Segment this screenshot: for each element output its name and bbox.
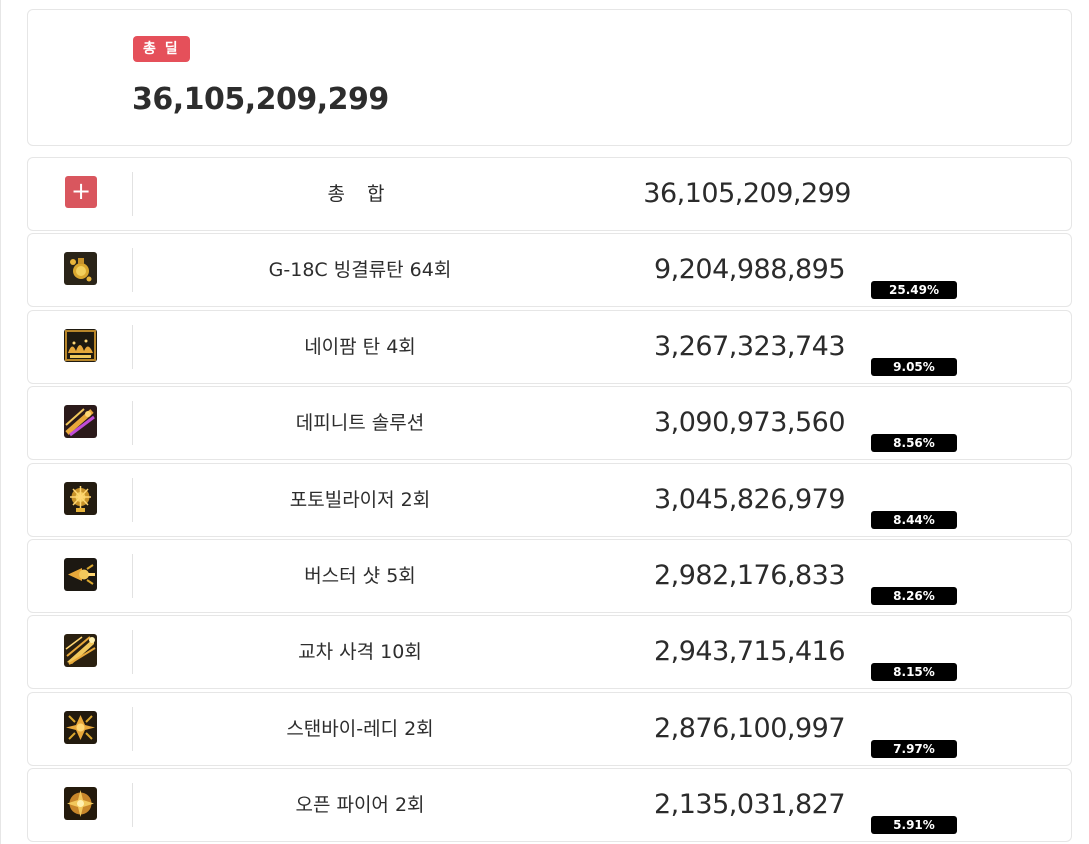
- skill-damage: 3,090,973,560: [653, 407, 846, 438]
- skill-row[interactable]: 데피니트 솔루션 3,090,973,560 8.56%: [27, 386, 1072, 460]
- skill-name: 버스터 샷 5회: [304, 565, 416, 587]
- skill-damage: 3,045,826,979: [653, 484, 846, 515]
- skill-name: 네이팜 탄 4회: [304, 336, 416, 358]
- photobilizer-icon: [64, 482, 97, 515]
- damage-percent-badge: 9.05%: [871, 358, 957, 376]
- row-divider: [132, 172, 133, 216]
- skill-name: 교차 사격 10회: [298, 641, 422, 663]
- skill-damage: 2,876,100,997: [653, 713, 846, 744]
- skill-damage: 2,982,176,833: [653, 560, 846, 591]
- total-row[interactable]: + 총 합 36,105,209,299: [27, 157, 1072, 231]
- row-divider: [132, 554, 133, 598]
- skill-row[interactable]: 네이팜 탄 4회 3,267,323,743 9.05%: [27, 310, 1072, 384]
- left-border: [0, 0, 1, 844]
- damage-percent-badge: 7.97%: [871, 740, 957, 758]
- damage-percent-badge: 8.44%: [871, 511, 957, 529]
- summary-card: 총 딜 36,105,209,299: [27, 9, 1072, 146]
- cross-fire-icon: [64, 634, 97, 667]
- buster-shot-icon: [64, 558, 97, 591]
- skill-name: 스탠바이-레디 2회: [286, 718, 434, 740]
- total-damage-value: 36,105,209,299: [132, 82, 389, 117]
- standby-ready-icon: [64, 711, 97, 744]
- napalm-icon: [64, 329, 97, 362]
- skill-name: 오픈 파이어 2회: [295, 794, 425, 816]
- total-row-value: 36,105,209,299: [643, 178, 851, 209]
- row-divider: [132, 783, 133, 827]
- skill-damage: 2,135,031,827: [653, 789, 846, 820]
- skill-row[interactable]: 오픈 파이어 2회 2,135,031,827 5.91%: [27, 768, 1072, 842]
- open-fire-icon: [64, 787, 97, 820]
- skill-name: 포토빌라이저 2회: [289, 489, 431, 511]
- damage-breakdown-page: 총 딜 36,105,209,299 + 총 합 36,105,209,299 …: [0, 0, 1089, 844]
- skill-row[interactable]: 포토빌라이저 2회 3,045,826,979 8.44%: [27, 463, 1072, 537]
- row-divider: [132, 630, 133, 674]
- damage-percent-badge: 8.56%: [871, 434, 957, 452]
- total-row-name: 총 합: [327, 183, 393, 205]
- skill-name: G-18C 빙결류탄 64회: [268, 259, 452, 281]
- definite-solution-icon: [64, 405, 97, 438]
- damage-percent-badge: 25.49%: [871, 281, 957, 299]
- skill-row[interactable]: G-18C 빙결류탄 64회 9,204,988,895 25.49%: [27, 233, 1072, 307]
- skill-damage: 2,943,715,416: [653, 636, 846, 667]
- row-divider: [132, 401, 133, 445]
- skill-row[interactable]: 버스터 샷 5회 2,982,176,833 8.26%: [27, 539, 1072, 613]
- damage-percent-badge: 8.15%: [871, 663, 957, 681]
- row-divider: [132, 325, 133, 369]
- skill-row[interactable]: 교차 사격 10회 2,943,715,416 8.15%: [27, 615, 1072, 689]
- frost-grenade-icon: [64, 252, 97, 285]
- plus-icon[interactable]: +: [65, 176, 97, 208]
- skill-row[interactable]: 스탠바이-레디 2회 2,876,100,997 7.97%: [27, 692, 1072, 766]
- row-divider: [132, 248, 133, 292]
- skill-name: 데피니트 솔루션: [295, 412, 425, 434]
- skill-damage: 3,267,323,743: [653, 331, 846, 362]
- damage-percent-badge: 5.91%: [871, 816, 957, 834]
- row-divider: [132, 707, 133, 751]
- row-divider: [132, 478, 133, 522]
- damage-percent-badge: 8.26%: [871, 587, 957, 605]
- skill-damage: 9,204,988,895: [653, 254, 846, 285]
- total-damage-badge: 총 딜: [133, 36, 190, 62]
